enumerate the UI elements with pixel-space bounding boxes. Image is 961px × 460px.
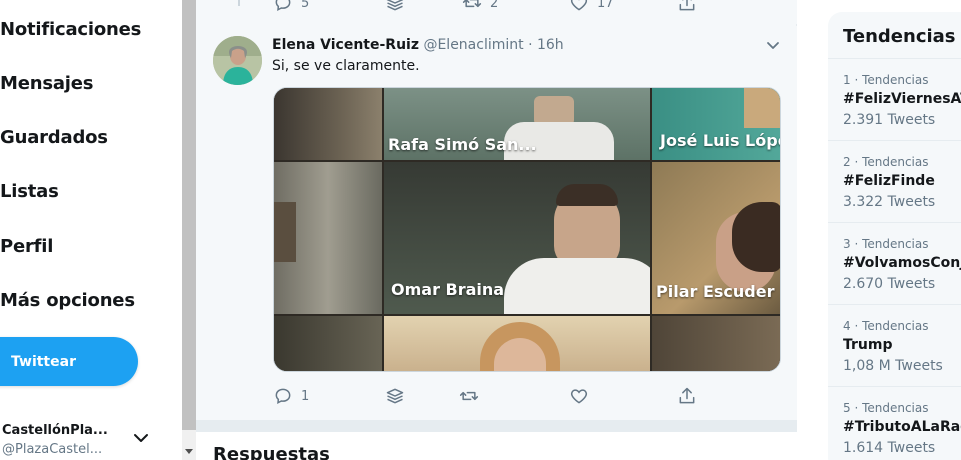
chevron-down-icon[interactable] [766, 41, 780, 51]
participant-name: Omar Braina [391, 280, 505, 299]
trend-meta: 4 · Tendencias [843, 319, 929, 333]
trend-name: #FelizViernesAToda [843, 91, 961, 107]
retweet-button[interactable] [459, 386, 479, 406]
video-tile: Rafa Simó San... [384, 88, 650, 160]
reply-button[interactable]: 1 [273, 386, 309, 406]
left-navigation: Notificaciones Mensajes Guardados Listas… [0, 0, 182, 460]
like-button[interactable] [569, 386, 589, 406]
share-via-icon [386, 0, 404, 11]
trend-item[interactable]: 3 · Tendencias #VolvamosConJuntos 2.670 … [828, 222, 961, 304]
video-tile: Omar Braina [384, 162, 650, 314]
section-divider [196, 420, 797, 432]
avatar-image [213, 36, 262, 85]
twitter-tweet-page: Notificaciones Mensajes Guardados Listas… [0, 0, 961, 460]
reply-icon [275, 388, 291, 404]
tweet-time[interactable]: 16h [537, 37, 564, 53]
account-switcher[interactable]: CastellónPla... @PlazaCastel... [2, 418, 162, 460]
share-button[interactable] [677, 386, 697, 406]
retweet-button[interactable]: 2 [462, 0, 498, 13]
nav-notificaciones[interactable]: Notificaciones [0, 19, 141, 40]
retweet-icon [459, 391, 479, 401]
nav-mas-opciones[interactable]: Más opciones [0, 290, 135, 311]
trend-meta: 1 · Tendencias [843, 73, 929, 87]
trends-panel: Tendencias para ti 1 · Tendencias #Feliz… [828, 12, 961, 460]
trend-meta: 2 · Tendencias [843, 155, 929, 169]
previous-tweet-actions: 5 2 17 [196, 0, 797, 24]
nav-perfil[interactable]: Perfil [0, 236, 53, 257]
video-tile [274, 88, 382, 160]
header-separator: · [528, 37, 533, 53]
tweet-text: Si, se ve claramente. [272, 58, 420, 74]
like-button[interactable]: 17 [569, 0, 614, 13]
scrollbar[interactable] [182, 0, 196, 460]
trend-count: 1,08 M Tweets [843, 358, 943, 374]
trend-meta: 3 · Tendencias [843, 237, 929, 251]
scrollbar-thumb[interactable] [182, 0, 196, 430]
author-name[interactable]: Elena Vicente-Ruiz [272, 37, 419, 53]
author-handle[interactable]: @Elenaclimint [423, 37, 523, 53]
video-tile: Pilar Escuder [652, 162, 780, 314]
participant-name: José Luis López [660, 131, 780, 150]
trend-count: 3.322 Tweets [843, 194, 936, 210]
share-via-button[interactable] [385, 386, 405, 406]
nav-guardados[interactable]: Guardados [0, 127, 108, 148]
retweet-icon [462, 0, 482, 8]
video-tile [274, 316, 382, 371]
trend-name: #VolvamosConJuntos [843, 255, 961, 271]
replies-title: Respuestas [213, 444, 330, 460]
trend-item[interactable]: 5 · Tendencias #TributoALaRadio 1.614 Tw… [828, 386, 961, 460]
tweet[interactable]: Elena Vicente-Ruiz @Elenaclimint · 16h S… [196, 26, 797, 420]
avatar[interactable] [213, 36, 262, 85]
trend-meta: 5 · Tendencias [843, 401, 929, 415]
trend-count: 1.614 Tweets [843, 440, 936, 456]
trend-item[interactable]: 1 · Tendencias #FelizViernesAToda 2.391 … [828, 58, 961, 140]
video-tile [274, 162, 382, 314]
participant-name: Pilar Escuder [656, 282, 775, 301]
share-icon [679, 0, 695, 11]
tweet-button[interactable]: Twittear [0, 337, 138, 386]
trend-name: #FelizFinde [843, 173, 935, 189]
participant-name: Rafa Simó San... [388, 135, 537, 154]
trend-item[interactable]: 4 · Tendencias Trump 1,08 M Tweets [828, 304, 961, 386]
like-icon [570, 389, 588, 404]
main-timeline: 5 2 17 Elena Vicente-Ruiz @Elenaclimint … [196, 0, 797, 460]
retweet-count: 2 [490, 0, 499, 11]
nav-mensajes[interactable]: Mensajes [0, 73, 93, 94]
like-icon [570, 0, 588, 11]
tweet-media-image[interactable]: Rafa Simó San... José Luis López [273, 87, 781, 372]
trend-name: Trump [843, 337, 893, 353]
reply-icon [275, 0, 291, 11]
like-count: 17 [597, 0, 614, 11]
trend-count: 2.391 Tweets [843, 112, 936, 128]
reply-count: 1 [301, 388, 310, 404]
reply-count: 5 [301, 0, 310, 11]
reply-button[interactable]: 5 [273, 0, 309, 13]
video-tile: José Luis López [652, 88, 780, 160]
share-icon [679, 387, 695, 404]
nav-listas[interactable]: Listas [0, 181, 59, 202]
tweet-header: Elena Vicente-Ruiz @Elenaclimint · 16h [272, 37, 564, 53]
scroll-down-arrow-icon[interactable] [185, 449, 193, 454]
share-via-button[interactable] [385, 0, 405, 13]
account-handle: @PlazaCastel... [2, 442, 103, 457]
trend-count: 2.670 Tweets [843, 276, 936, 292]
share-button[interactable] [677, 0, 697, 13]
account-name: CastellónPla... [2, 423, 108, 438]
trend-name: #TributoALaRadio [843, 419, 961, 435]
trends-title: Tendencias para ti [843, 26, 961, 47]
trend-item[interactable]: 2 · Tendencias #FelizFinde 3.322 Tweets [828, 140, 961, 222]
chevron-down-icon[interactable] [133, 432, 149, 444]
video-tile [652, 316, 780, 371]
thread-line [238, 0, 240, 6]
replies-section-header: Respuestas [196, 432, 797, 460]
share-via-icon [386, 388, 404, 404]
video-tile [384, 316, 650, 371]
